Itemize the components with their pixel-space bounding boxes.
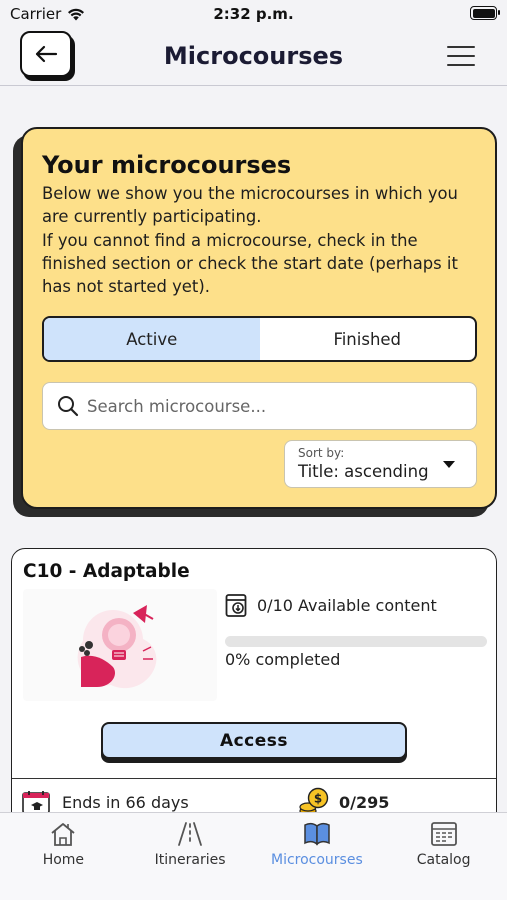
- end-date-row: Ends in 66 days: [22, 790, 189, 812]
- downloadable-content-icon: [225, 594, 247, 617]
- coins-icon: $: [299, 787, 329, 812]
- hamburger-menu-icon[interactable]: [447, 46, 475, 66]
- status-bar: Carrier 2:32 p.m.: [0, 0, 507, 28]
- course-card[interactable]: C10 - Adaptable 0/10 Available content 0…: [11, 548, 497, 812]
- tab-finished[interactable]: Finished: [260, 318, 476, 360]
- available-content-text: 0/10 Available content: [257, 595, 437, 615]
- status-segmented-control: Active Finished: [42, 316, 477, 362]
- completed-text: 0% completed: [225, 650, 341, 669]
- home-icon: [51, 823, 75, 846]
- course-illustration: [23, 589, 217, 701]
- search-icon: [58, 396, 79, 417]
- caret-down-icon: [443, 461, 455, 468]
- coins-row: $ 0/295: [299, 787, 389, 812]
- road-icon: [178, 822, 203, 846]
- tab-itineraries[interactable]: Itineraries: [127, 813, 254, 900]
- tab-label: Home: [42, 852, 85, 868]
- info-card-title: Your microcourses: [42, 151, 292, 179]
- access-button[interactable]: Access: [101, 722, 407, 759]
- calendar-graduation-icon: [22, 791, 50, 812]
- book-icon: [304, 822, 330, 846]
- search-placeholder: Search microcourse...: [87, 396, 267, 416]
- battery-icon: [470, 6, 500, 20]
- tab-catalog[interactable]: Catalog: [380, 813, 507, 900]
- course-title: C10 - Adaptable: [23, 561, 190, 582]
- tab-label: Microcourses: [270, 852, 363, 868]
- sort-dropdown[interactable]: Sort by: Title: ascending: [284, 440, 477, 488]
- tab-active[interactable]: Active: [44, 318, 260, 360]
- app-header: Microcourses: [0, 28, 507, 86]
- page-title: Microcourses: [163, 42, 344, 70]
- tab-label: Catalog: [416, 852, 471, 868]
- info-line: If you cannot find a microcourse, check …: [42, 230, 418, 250]
- bottom-tab-bar: Home Itineraries Microcourses Catalog: [0, 812, 507, 900]
- status-time: 2:32 p.m.: [213, 5, 294, 23]
- info-card-description: Below we show you the microcourses in wh…: [42, 182, 487, 298]
- tab-label: Itineraries: [154, 852, 226, 868]
- catalog-icon: [430, 822, 457, 846]
- sort-label: Sort by:: [298, 446, 345, 460]
- tab-home[interactable]: Home: [0, 813, 127, 900]
- info-line: Below we show you the microcourses in wh…: [42, 184, 458, 203]
- info-line: has not started yet).: [42, 277, 210, 297]
- info-line: finished section or check the start date…: [42, 253, 458, 273]
- main-content[interactable]: Your microcourses Below we show you the …: [0, 87, 507, 812]
- info-line: are currently participating.: [42, 207, 262, 227]
- available-content-row: 0/10 Available content: [225, 593, 437, 617]
- tab-microcourses[interactable]: Microcourses: [254, 813, 381, 900]
- search-input[interactable]: Search microcourse...: [42, 382, 477, 430]
- sort-value: Title: ascending: [298, 462, 429, 481]
- course-progress-bar: [225, 636, 487, 647]
- microcourses-info-card: Your microcourses Below we show you the …: [21, 127, 497, 509]
- end-date-text: Ends in 66 days: [62, 792, 189, 812]
- svg-text:$: $: [314, 792, 322, 806]
- coins-text: 0/295: [339, 792, 390, 812]
- card-divider: [12, 778, 496, 779]
